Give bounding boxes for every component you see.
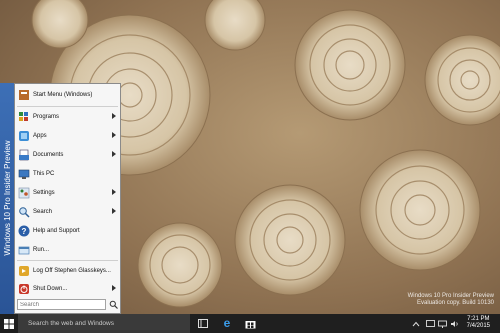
menu-item-label: Run... [33, 247, 50, 253]
computer-icon [18, 168, 30, 180]
start-menu-icon [18, 89, 30, 101]
menu-item-shut-down[interactable]: Shut Down... [15, 280, 120, 298]
tray-chevron-up-icon[interactable] [410, 314, 422, 333]
network-icon[interactable] [436, 314, 448, 333]
menu-item-help-and-support[interactable]: ? Help and Support [15, 222, 120, 240]
menu-item-label: Settings [33, 190, 55, 196]
submenu-arrow-icon [112, 285, 116, 291]
menu-item-label: Search [33, 209, 53, 215]
watermark-line-2: Evaluation copy. Build 10130 [417, 300, 494, 306]
help-icon: ? [18, 225, 30, 237]
run-icon [18, 244, 30, 256]
menu-item-label: This PC [33, 171, 55, 177]
taskbar: Search the web and Windows e 7:21 PM 7/4… [0, 314, 500, 333]
logoff-icon [18, 265, 30, 277]
settings-icon [18, 187, 30, 199]
taskbar-search-box[interactable]: Search the web and Windows [18, 314, 190, 333]
store-icon[interactable] [240, 314, 260, 333]
submenu-arrow-icon [112, 151, 116, 157]
svg-text:?: ? [22, 227, 27, 236]
start-menu-search-input[interactable] [17, 299, 106, 310]
menu-item-programs[interactable]: Programs [15, 108, 120, 126]
notifications-icon[interactable] [424, 314, 436, 333]
clock-date: 7/4/2015 [466, 323, 490, 329]
menu-item-documents[interactable]: Documents [15, 146, 120, 164]
menu-item-label: Documents [33, 152, 64, 158]
menu-item-label: Apps [33, 133, 47, 139]
windows-watermark: Windows 10 Pro Insider Preview Evaluatio… [408, 293, 494, 307]
submenu-arrow-icon [112, 208, 116, 214]
menu-item-apps[interactable]: Apps [15, 127, 120, 145]
menu-separator [17, 106, 118, 107]
programs-icon [18, 111, 30, 123]
menu-item-run[interactable]: Run... [15, 241, 120, 259]
submenu-arrow-icon [112, 113, 116, 119]
menu-item-settings[interactable]: Settings [15, 184, 120, 202]
volume-icon[interactable] [448, 314, 460, 333]
menu-item-label: Shut Down... [33, 286, 68, 292]
menu-item-label: Help and Support [33, 228, 80, 234]
start-button[interactable] [0, 314, 18, 333]
menu-item-label: Log Off Stephen Glasskeys... [33, 268, 111, 274]
windows-logo-icon [4, 318, 14, 329]
menu-item-this-pc[interactable]: This PC [15, 165, 120, 183]
clock-time: 7:21 PM [467, 316, 490, 322]
submenu-arrow-icon [112, 189, 116, 195]
search-go-icon[interactable] [108, 299, 119, 310]
menu-item-search[interactable]: Search [15, 203, 120, 221]
edge-browser-icon[interactable]: e [217, 314, 237, 333]
menu-item-log-off[interactable]: Log Off Stephen Glasskeys... [15, 262, 120, 280]
start-menu-panel: Start Menu (Windows) Programs Apps Docum… [14, 83, 121, 314]
menu-item-label: Programs [33, 114, 60, 120]
menu-item-label: Start Menu (Windows) [33, 92, 93, 98]
apps-icon [18, 130, 30, 142]
start-menu: Windows 10 Pro Insider Preview Start Men… [0, 83, 121, 314]
watermark-line-1: Windows 10 Pro Insider Preview [407, 293, 494, 299]
menu-item-start-menu-windows[interactable]: Start Menu (Windows) [15, 86, 120, 104]
submenu-arrow-icon [112, 132, 116, 138]
documents-icon [18, 149, 30, 161]
task-view-icon[interactable] [193, 314, 213, 333]
search-icon [18, 206, 30, 218]
start-menu-brand-text: Windows 10 Pro Insider Preview [3, 140, 12, 256]
shutdown-icon [18, 283, 30, 295]
menu-separator [17, 260, 118, 261]
start-menu-brand-strip: Windows 10 Pro Insider Preview [0, 83, 14, 314]
taskbar-clock[interactable]: 7:21 PM 7/4/2015 [467, 316, 490, 330]
